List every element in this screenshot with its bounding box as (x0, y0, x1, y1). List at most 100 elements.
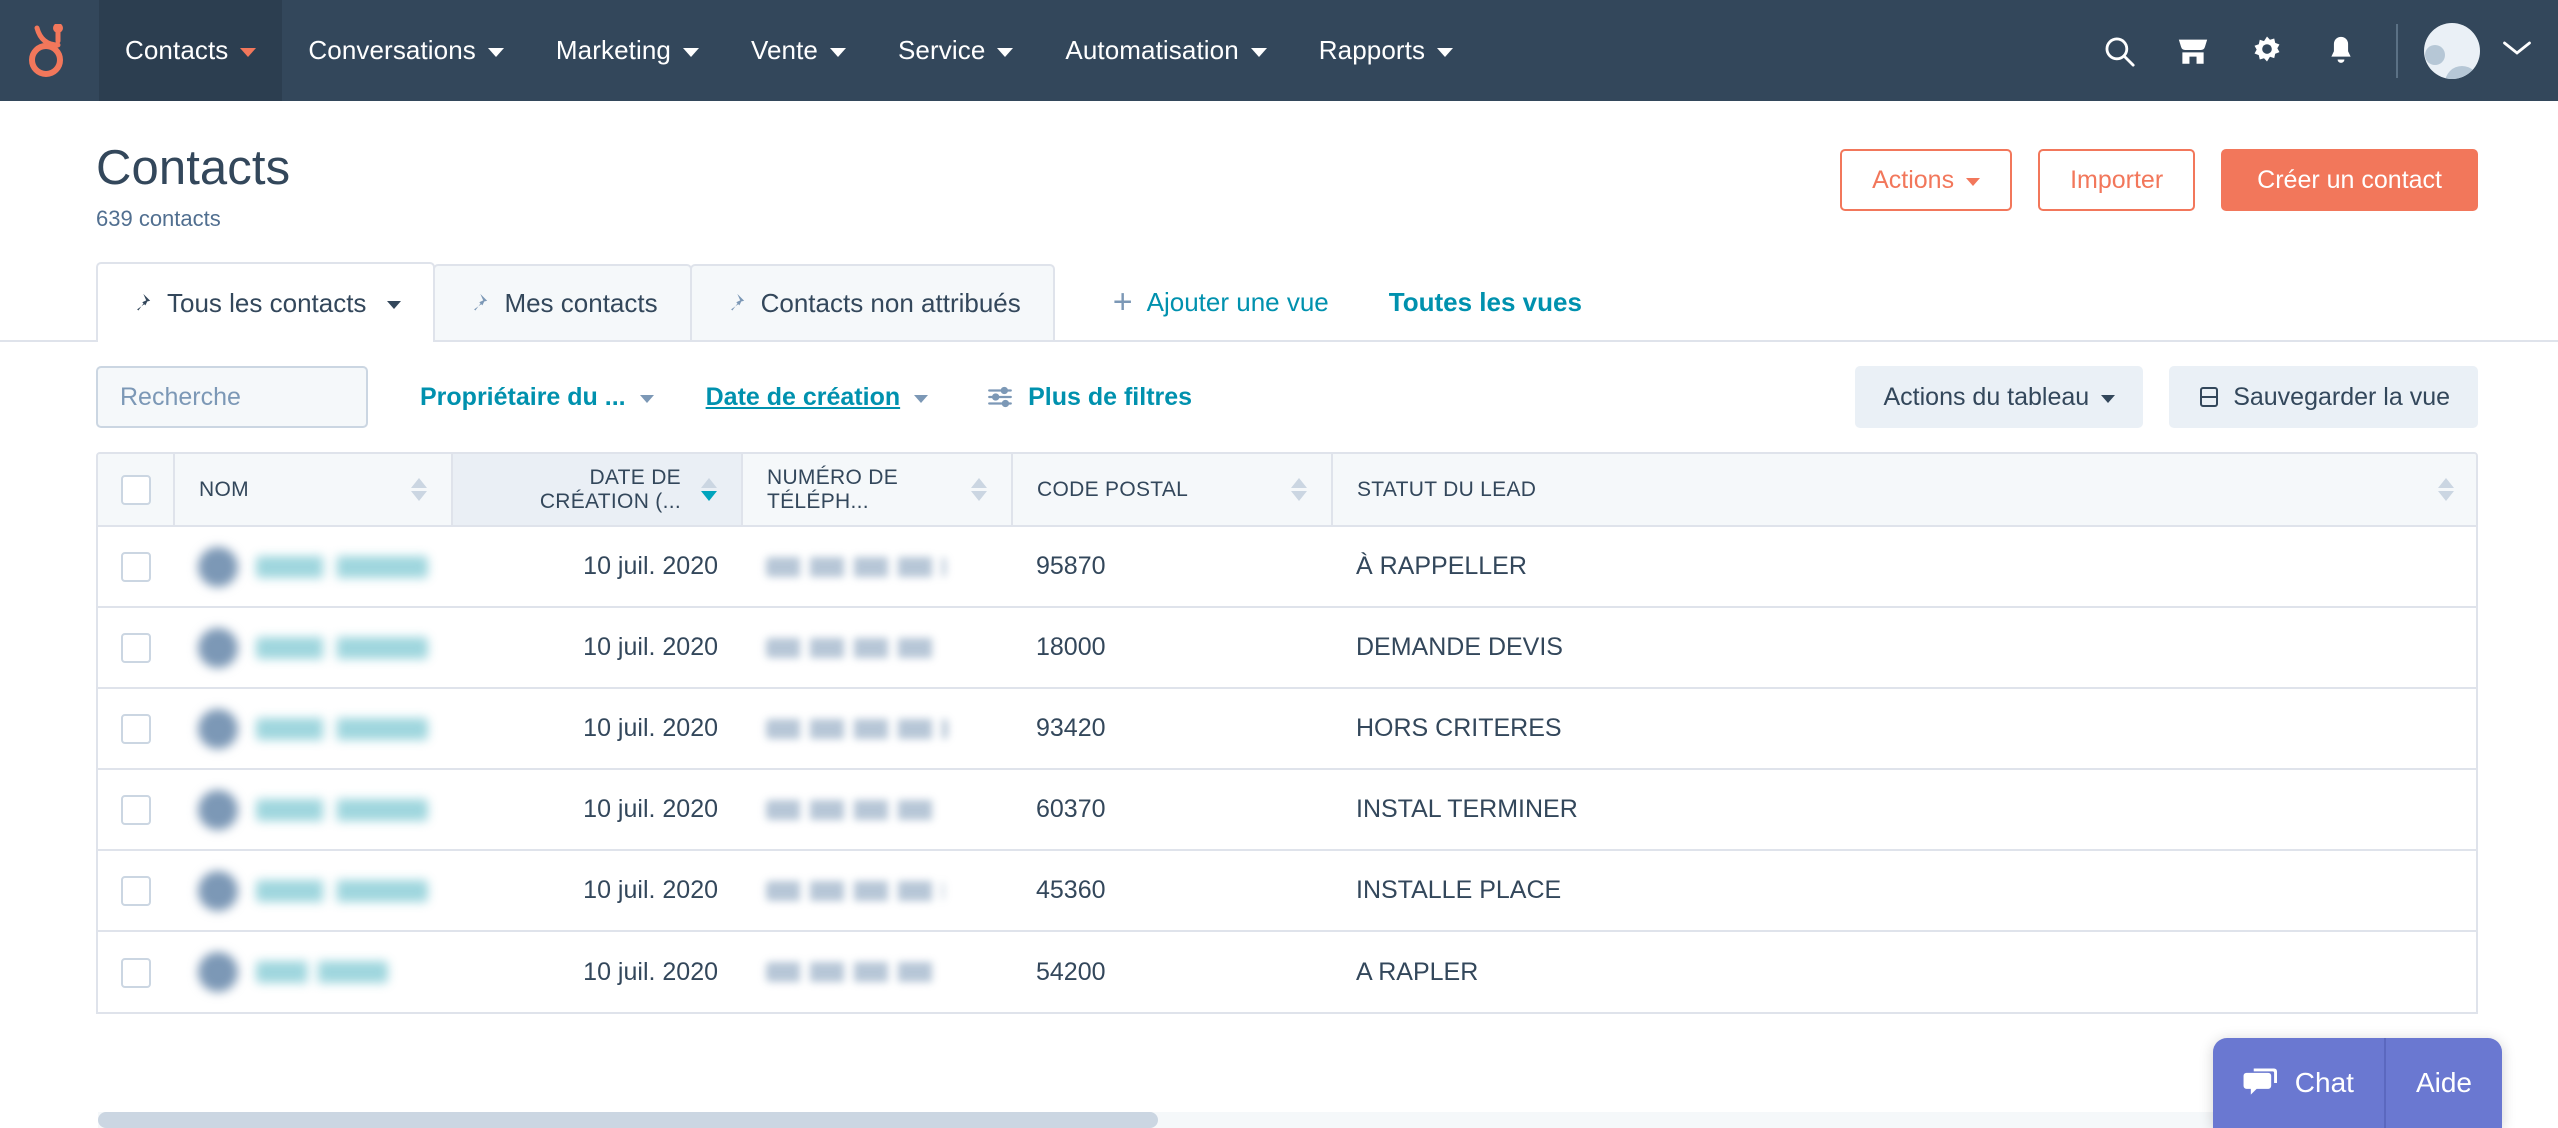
cell-code-postal: 18000 (1012, 607, 1332, 690)
cell-nom[interactable] (174, 607, 452, 690)
table-row[interactable]: 10 juil. 2020 95870 À RAPPELLER (98, 526, 2476, 609)
select-all-checkbox[interactable] (120, 474, 151, 505)
cell-nom[interactable] (174, 688, 452, 771)
nav-item-marketing[interactable]: Marketing (530, 0, 725, 101)
row-checkbox[interactable] (121, 795, 151, 826)
notifications-bell-icon[interactable] (2304, 0, 2378, 101)
nav-item-rapports[interactable]: Rapports (1293, 0, 1479, 101)
nav-item-conversations[interactable]: Conversations (282, 0, 530, 101)
table-row[interactable]: 10 juil. 2020 45360 INSTALLE PLACE (98, 850, 2476, 933)
horizontal-scrollbar[interactable] (98, 1112, 2478, 1128)
table-row[interactable]: 10 juil. 2020 93420 HORS CRITERES (98, 688, 2476, 771)
row-checkbox[interactable] (121, 552, 151, 583)
chevron-down-icon (639, 395, 654, 404)
nav-item-label: Vente (750, 35, 818, 65)
column-header-statut-du-lead[interactable]: STATUT DU LEAD (1332, 454, 2476, 528)
chevron-down-icon (1437, 48, 1454, 57)
nav-item-label: Conversations (308, 35, 476, 65)
contact-name-redacted (256, 717, 428, 740)
chevron-down-icon (2101, 395, 2116, 404)
all-views-link[interactable]: Toutes les vues (1359, 264, 1612, 340)
column-label: CODE POSTAL (1037, 477, 1189, 501)
create-contact-button[interactable]: Créer un contact (2221, 149, 2478, 211)
sort-toggle[interactable] (2438, 478, 2454, 502)
contact-phone-redacted (766, 962, 936, 983)
cell-numero-telephone (742, 850, 1012, 933)
actions-button-label: Actions (1872, 165, 1955, 194)
row-select-cell[interactable] (98, 850, 174, 933)
table-row[interactable]: 10 juil. 2020 54200 A RAPLER (98, 931, 2476, 1013)
row-select-cell[interactable] (98, 769, 174, 852)
tab-tous-les-contacts[interactable]: Tous les contacts (96, 262, 436, 343)
row-select-cell[interactable] (98, 526, 174, 609)
nav-item-label: Contacts (125, 35, 229, 65)
actions-button[interactable]: Actions (1840, 149, 2013, 211)
cell-date-creation: 10 juil. 2020 (452, 688, 742, 771)
table-actions-button[interactable]: Actions du tableau (1855, 366, 2144, 429)
cell-nom[interactable] (174, 931, 452, 1013)
table-row[interactable]: 10 juil. 2020 60370 INSTAL TERMINER (98, 769, 2476, 852)
cell-nom[interactable] (174, 526, 452, 609)
sort-toggle[interactable] (701, 478, 717, 502)
tab-contacts-non-attribues[interactable]: Contacts non attribués (689, 264, 1055, 341)
nav-item-vente[interactable]: Vente (725, 0, 872, 101)
search-input-wrapper[interactable] (96, 366, 442, 429)
row-select-cell[interactable] (98, 688, 174, 771)
contact-name-redacted (256, 879, 428, 902)
add-view-label: Ajouter une vue (1146, 286, 1329, 317)
contact-name-redacted (256, 798, 428, 821)
sort-toggle[interactable] (411, 478, 427, 502)
row-select-cell[interactable] (98, 607, 174, 690)
contact-avatar (198, 708, 238, 749)
table-row[interactable]: 10 juil. 2020 18000 DEMANDE DEVIS (98, 607, 2476, 690)
column-header-code-postal[interactable]: CODE POSTAL (1012, 454, 1333, 528)
nav-item-contacts[interactable]: Contacts (99, 0, 283, 101)
row-checkbox[interactable] (121, 957, 151, 988)
column-header-nom[interactable]: NOM (174, 454, 453, 528)
hubspot-sprocket-icon (28, 23, 63, 77)
nav-item-service[interactable]: Service (872, 0, 1039, 101)
page-title-group: Contacts 639 contacts (96, 142, 290, 232)
cell-nom[interactable] (174, 850, 452, 933)
select-all-header[interactable] (98, 454, 175, 528)
pin-icon (474, 294, 488, 311)
user-avatar[interactable] (2424, 22, 2480, 79)
settings-gear-icon[interactable] (2230, 0, 2304, 101)
contacts-count: 639 contacts (96, 206, 221, 232)
more-filters-link[interactable]: Plus de filtres (986, 383, 1192, 412)
save-view-button[interactable]: Sauvegarder la vue (2169, 366, 2478, 429)
cell-nom[interactable] (174, 769, 452, 852)
chevron-down-icon (914, 395, 929, 404)
cell-code-postal: 54200 (1012, 931, 1332, 1013)
sort-toggle[interactable] (1291, 478, 1307, 502)
column-header-numero-telephone[interactable]: NUMÉRO DE TÉLÉPH... (742, 454, 1013, 528)
row-checkbox[interactable] (121, 876, 151, 907)
cell-code-postal: 60370 (1012, 769, 1332, 852)
column-header-date-creation[interactable]: DATE DE CRÉATION (... (452, 454, 743, 528)
tab-mes-contacts[interactable]: Mes contacts (433, 264, 692, 341)
contact-name-redacted (256, 555, 428, 578)
page-header: Contacts 639 contacts Actions Importer C… (0, 101, 2558, 233)
nav-item-automatisation[interactable]: Automatisation (1039, 0, 1292, 101)
date-filter[interactable]: Date de création (706, 383, 929, 412)
chevron-down-icon (682, 48, 699, 57)
marketplace-icon[interactable] (2156, 0, 2230, 101)
import-button[interactable]: Importer (2038, 149, 2196, 211)
sort-toggle[interactable] (971, 478, 987, 502)
row-select-cell[interactable] (98, 931, 174, 1013)
search-input[interactable] (120, 382, 442, 412)
help-button[interactable]: Aide (2386, 1038, 2502, 1128)
row-checkbox[interactable] (121, 633, 151, 664)
add-view-link[interactable]: + Ajouter une vue (1083, 264, 1359, 340)
search-icon[interactable] (2082, 0, 2156, 101)
hubspot-logo[interactable] (0, 0, 99, 101)
tab-label: Contacts non attribués (760, 287, 1021, 318)
row-checkbox[interactable] (121, 714, 151, 745)
contact-phone-redacted (766, 880, 944, 901)
owner-filter[interactable]: Propriétaire du ... (420, 383, 654, 412)
nav-item-label: Marketing (555, 35, 671, 65)
create-contact-button-label: Créer un contact (2257, 165, 2442, 194)
chat-button[interactable]: Chat (2213, 1038, 2384, 1128)
scrollbar-thumb[interactable] (98, 1112, 1158, 1128)
account-chevron-down-icon[interactable] (2502, 39, 2532, 62)
